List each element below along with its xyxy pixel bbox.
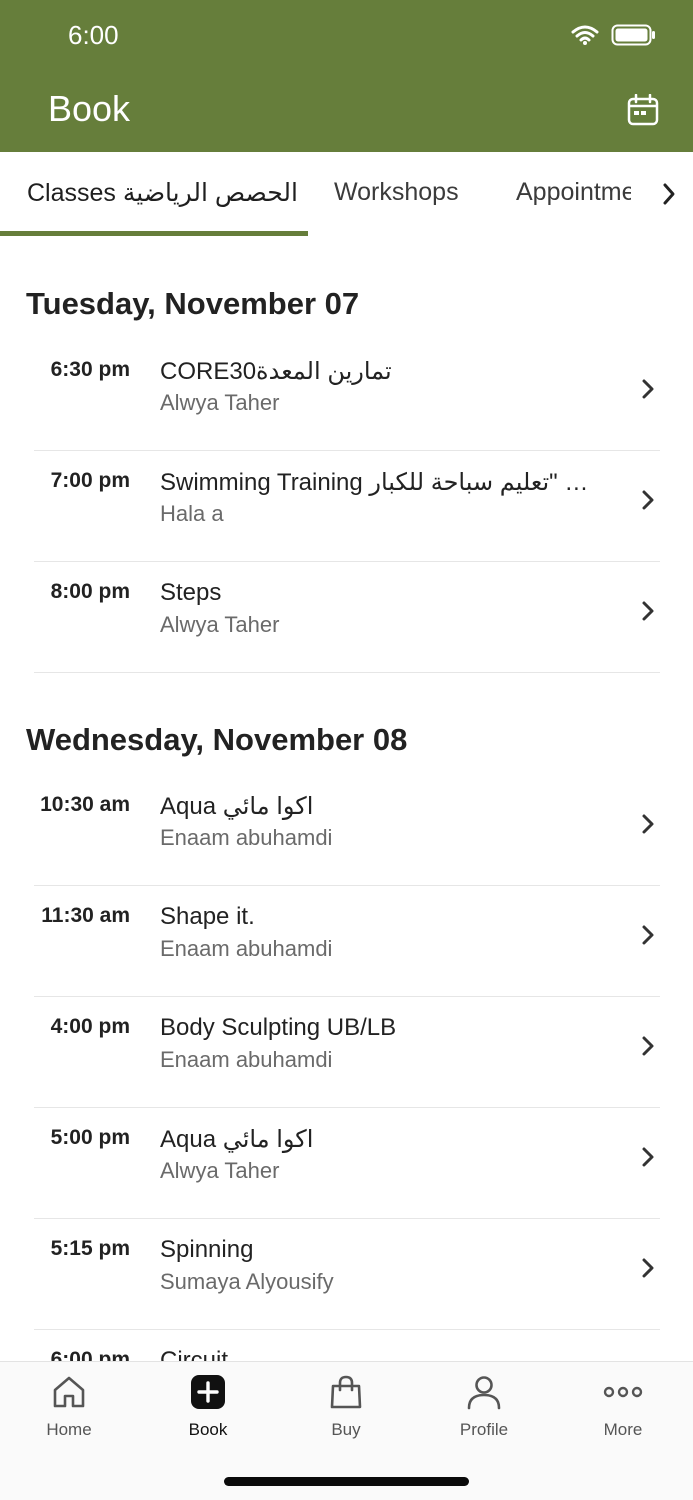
tabbar-home[interactable]: Home — [14, 1374, 124, 1440]
class-row[interactable]: 10:30 am Aqua اكوا مائي Enaam abuhamdi — [34, 775, 660, 886]
class-row[interactable]: 5:15 pm Spinning Sumaya Alyousify — [34, 1219, 660, 1330]
class-instructor: Enaam abuhamdi — [160, 825, 333, 850]
chevron-right-icon — [642, 601, 654, 621]
person-icon — [467, 1376, 501, 1410]
class-time: 5:15 pm — [50, 1237, 130, 1260]
tabbar-book[interactable]: Book — [153, 1374, 263, 1440]
tabbar-more[interactable]: More — [568, 1374, 678, 1440]
class-time: 7:00 pm — [50, 469, 130, 492]
class-instructor: Enaam abuhamdi — [160, 1047, 333, 1072]
class-name: Body Sculpting UB/LB — [160, 1014, 397, 1041]
chevron-right-icon — [642, 490, 654, 510]
chevron-right-icon — [642, 1258, 654, 1278]
home-indicator — [224, 1477, 469, 1486]
status-time: 6:00 — [68, 20, 119, 50]
battery-icon — [611, 24, 655, 46]
class-row[interactable]: 11:30 am Shape it. Enaam abuhamdi — [34, 886, 660, 997]
class-name: Swimming Training الأول "تعليم سباحة للك… — [160, 469, 600, 496]
class-time: 4:00 pm — [50, 1015, 130, 1038]
class-name: Spinning — [160, 1236, 254, 1263]
class-time: 10:30 am — [40, 793, 130, 816]
tab-appointments[interactable]: Appointmer — [516, 178, 644, 207]
class-row[interactable]: 6:00 pm Circuit — [34, 1330, 660, 1361]
shopping-bag-icon — [330, 1375, 362, 1409]
tabbar-profile[interactable]: Profile — [429, 1374, 539, 1440]
class-name: Circuit — [160, 1347, 229, 1361]
class-row[interactable]: 7:00 pm Swimming Training الأول "تعليم س… — [34, 451, 660, 562]
class-instructor: Hala a — [160, 501, 224, 526]
tabbar-home-label: Home — [46, 1420, 92, 1439]
chevron-right-icon — [642, 379, 654, 399]
app-header: 6:00 Book — [0, 0, 693, 152]
tabbar-buy[interactable]: Buy — [291, 1374, 401, 1440]
chevron-right-icon — [642, 925, 654, 945]
plus-square-icon — [191, 1375, 225, 1409]
page-title: Book — [48, 88, 131, 129]
tabbar-profile-label: Profile — [459, 1420, 509, 1439]
tabbar-book-label: Book — [188, 1420, 228, 1439]
class-row[interactable]: 5:00 pm Aqua اكوا مائي Alwya Taher — [34, 1108, 660, 1219]
class-time: 5:00 pm — [50, 1126, 130, 1149]
class-row[interactable]: 8:00 pm Steps Alwya Taher — [34, 562, 660, 673]
class-time: 11:30 am — [41, 904, 130, 927]
class-name: CORE30تمارين المعدة — [160, 358, 392, 385]
more-dots-icon — [603, 1386, 643, 1398]
class-name: Aqua اكوا مائي — [160, 793, 314, 820]
tab-classes[interactable]: Classes الحصص الرياضية — [27, 178, 298, 208]
chevron-right-icon — [642, 1036, 654, 1056]
chevron-right-icon — [642, 1147, 654, 1167]
section-date-heading: Tuesday, November 07 — [26, 286, 360, 321]
category-tabs: Classes الحصص الرياضية Workshops Appoint… — [0, 152, 693, 236]
chevron-right-icon — [642, 814, 654, 834]
class-row[interactable]: 4:00 pm Body Sculpting UB/LB Enaam abuha… — [34, 997, 660, 1108]
class-name: Shape it. — [160, 903, 255, 930]
class-name: Steps — [160, 579, 222, 606]
tab-workshops[interactable]: Workshops — [334, 178, 459, 207]
schedule-list: Tuesday, November 07 6:30 pm CORE30تماري… — [0, 236, 693, 1361]
status-icons — [571, 24, 657, 46]
class-instructor: Alwya Taher — [160, 612, 280, 637]
class-instructor: Sumaya Alyousify — [160, 1269, 334, 1294]
tabbar-more-label: More — [603, 1420, 643, 1439]
chevron-right-icon[interactable] — [659, 180, 679, 208]
class-instructor: Alwya Taher — [160, 390, 280, 415]
class-time: 8:00 pm — [50, 580, 130, 603]
class-row[interactable]: 6:30 pm CORE30تمارين المعدة Alwya Taher — [34, 340, 660, 451]
class-time: 6:30 pm — [50, 358, 130, 381]
class-instructor: Enaam abuhamdi — [160, 936, 333, 961]
class-time: 6:00 pm — [50, 1348, 130, 1361]
calendar-icon[interactable] — [627, 94, 659, 126]
wifi-icon — [571, 25, 599, 45]
section-date-heading: Wednesday, November 08 — [26, 722, 408, 757]
class-instructor: Alwya Taher — [160, 1158, 280, 1183]
class-name: Aqua اكوا مائي — [160, 1126, 314, 1153]
tabbar-buy-label: Buy — [331, 1420, 361, 1439]
home-icon — [53, 1376, 85, 1408]
